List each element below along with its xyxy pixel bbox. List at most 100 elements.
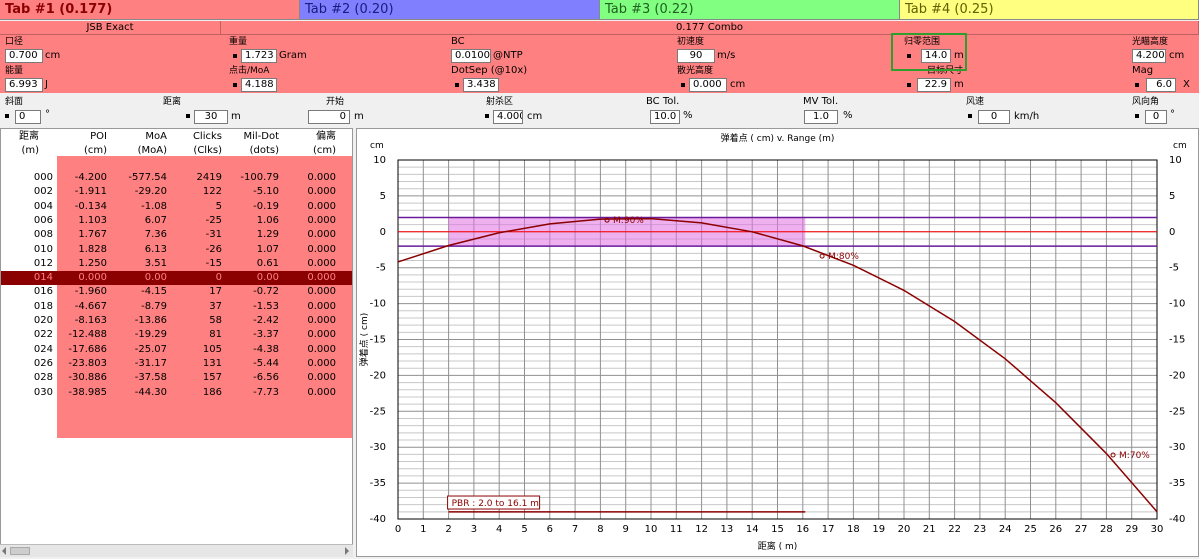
table-cell: 1.767 [78, 229, 107, 241]
wind-unit: km/h [1014, 111, 1040, 122]
table-cell: -1.960 [74, 286, 107, 298]
y-tick-label-left: -5 [376, 263, 386, 274]
tab-2[interactable]: Tab #2 (0.20) [300, 0, 600, 20]
bc-tol-input[interactable]: 10.0 [650, 110, 680, 124]
table-cell: -13.86 [134, 315, 167, 326]
trajectory-table[interactable]: 距离 (m) POI (cm) MoA (MoA) Clicks (Clks) Mil-Dot (… [0, 128, 353, 546]
table-cell: 0.000 [307, 300, 336, 312]
table-cell: 016 [33, 286, 53, 298]
scope-height-input[interactable]: 4.200 [1132, 49, 1166, 63]
table-cell: 028 [33, 372, 53, 384]
target-input[interactable]: 22.9 [917, 78, 951, 92]
wind-angle-input[interactable]: 0 [1145, 110, 1167, 124]
table-cell: 6.13 [144, 243, 167, 255]
table-row[interactable]: 026 -23.803 -31.17 131 -5.44 0.000 [1, 357, 352, 371]
mv-tol-input[interactable]: 1.0 [804, 110, 838, 124]
table-cell: 0.000 [307, 386, 336, 398]
x-tick-label: 13 [721, 524, 734, 535]
table-cell: -1.911 [74, 186, 107, 198]
dotsep-label: DotSep (@10x) [451, 65, 528, 76]
table-cell: 026 [33, 357, 53, 369]
energy-unit: J [45, 79, 48, 90]
scroll-right-arrow[interactable] [345, 547, 349, 555]
annotation-label: M:90% [613, 216, 644, 226]
table-cell: 131 [202, 357, 222, 369]
table-row[interactable]: 012 1.250 3.51 -15 0.61 0.000 [1, 257, 352, 271]
table-cell: 0.000 [307, 186, 336, 198]
kill-zone-label: 射杀区 [486, 97, 514, 107]
x-tick-label: 17 [822, 524, 835, 535]
table-cell: 37 [209, 300, 222, 312]
distance-input[interactable]: 30 [194, 110, 228, 124]
kill-zone-input[interactable]: 4.000 [493, 110, 523, 124]
table-cell: 0.000 [307, 329, 336, 341]
y-tick-label-left: -15 [370, 335, 386, 346]
table-cell: -30.886 [68, 372, 107, 384]
table-row[interactable]: 028 -30.886 -37.58 157 -6.56 0.000 [1, 371, 352, 385]
table-cell: 58 [209, 315, 222, 326]
table-cell: 030 [33, 386, 53, 398]
table-cell: -44.30 [134, 386, 167, 398]
table-header-sub: (cm) [83, 145, 107, 156]
x-tick-label: 22 [948, 524, 961, 535]
x-tick-label: 6 [547, 524, 553, 535]
weight-input[interactable]: 1.723 [241, 49, 277, 63]
table-row[interactable]: 020 -8.163 -13.86 58 -2.42 0.000 [1, 314, 352, 328]
velocity-label: 初速度 [677, 37, 705, 47]
table-row[interactable]: 018 -4.667 -8.79 37 -1.53 0.000 [1, 300, 352, 314]
table-cell: 0.000 [307, 172, 336, 183]
x-tick-label: 21 [923, 524, 936, 535]
start-input[interactable]: 0 [308, 110, 350, 124]
scope-h2-input[interactable]: 0.000 [689, 78, 727, 92]
tab-1[interactable]: Tab #1 (0.177) [0, 0, 300, 20]
scroll-left-arrow[interactable] [2, 547, 6, 555]
tab-3[interactable]: Tab #3 (0.22) [600, 0, 900, 20]
velocity-input[interactable]: 90 [677, 49, 715, 63]
mag-marker [1135, 83, 1139, 87]
y-tick-label-left: -25 [370, 406, 386, 417]
slope-input[interactable]: 0 [15, 110, 41, 124]
table-row[interactable]: 002 -1.911 -29.20 122 -5.10 0.000 [1, 185, 352, 199]
table-row[interactable]: 024 -17.686 -25.07 105 -4.38 0.000 [1, 343, 352, 357]
dotsep-input[interactable]: 3.438 [463, 78, 499, 92]
table-row[interactable]: 014 0.000 0.00 0 0.00 0.000 [1, 271, 352, 286]
table-header-sub: (cm) [312, 145, 336, 156]
scroll-thumb[interactable] [10, 547, 30, 555]
table-cell: 012 [33, 257, 53, 269]
table-row[interactable]: 000 -4.200 -577.54 2419 -100.79 0.000 [1, 171, 352, 185]
x-axis-label: 距离 ( m) [758, 540, 798, 552]
y-tick-label-left: 10 [373, 155, 386, 166]
click-moa-marker [233, 83, 237, 87]
weight-marker [233, 54, 237, 58]
table-cell: -1.53 [253, 300, 279, 312]
mag-input[interactable]: 6.0 [1146, 78, 1176, 92]
combo-name: 0.177 Combo [221, 21, 1199, 35]
table-cell: -37.58 [134, 372, 167, 384]
tab-4[interactable]: Tab #4 (0.25) [900, 0, 1199, 20]
click-moa-input[interactable]: 4.188 [241, 78, 277, 92]
start-unit: m [354, 111, 364, 122]
bc-input[interactable]: 0.0100 [451, 49, 491, 63]
table-cell: -4.667 [74, 300, 107, 312]
slope-unit: ° [45, 109, 50, 120]
x-tick-label: 12 [695, 524, 708, 535]
table-row[interactable]: 008 1.767 7.36 -31 1.29 0.000 [1, 228, 352, 242]
bc-tol-unit: % [683, 110, 693, 121]
table-row[interactable]: 016 -1.960 -4.15 17 -0.72 0.000 [1, 285, 352, 299]
table-cell: 000 [33, 172, 53, 183]
scope-h2-label: 散光高度 [677, 66, 714, 76]
table-cell: 0.000 [307, 243, 336, 255]
table-horizontal-scrollbar[interactable] [0, 544, 353, 557]
table-row[interactable]: 022 -12.488 -19.29 81 -3.37 0.000 [1, 328, 352, 342]
wind-input[interactable]: 0 [978, 110, 1010, 124]
tab-3-label: Tab #3 (0.22) [605, 2, 694, 17]
caliber-input[interactable]: 0.700 [5, 49, 43, 63]
x-tick-label: 20 [898, 524, 911, 535]
table-row[interactable]: 004 -0.134 -1.08 5 -0.19 0.000 [1, 200, 352, 214]
table-row[interactable]: 030 -38.985 -44.30 186 -7.73 0.000 [1, 386, 352, 400]
table-cell: 5 [215, 200, 222, 212]
table-cell: -3.37 [253, 329, 279, 341]
table-row[interactable]: 006 1.103 6.07 -25 1.06 0.000 [1, 214, 352, 228]
table-cell: 122 [202, 186, 222, 198]
table-row[interactable]: 010 1.828 6.13 -26 1.07 0.000 [1, 243, 352, 257]
